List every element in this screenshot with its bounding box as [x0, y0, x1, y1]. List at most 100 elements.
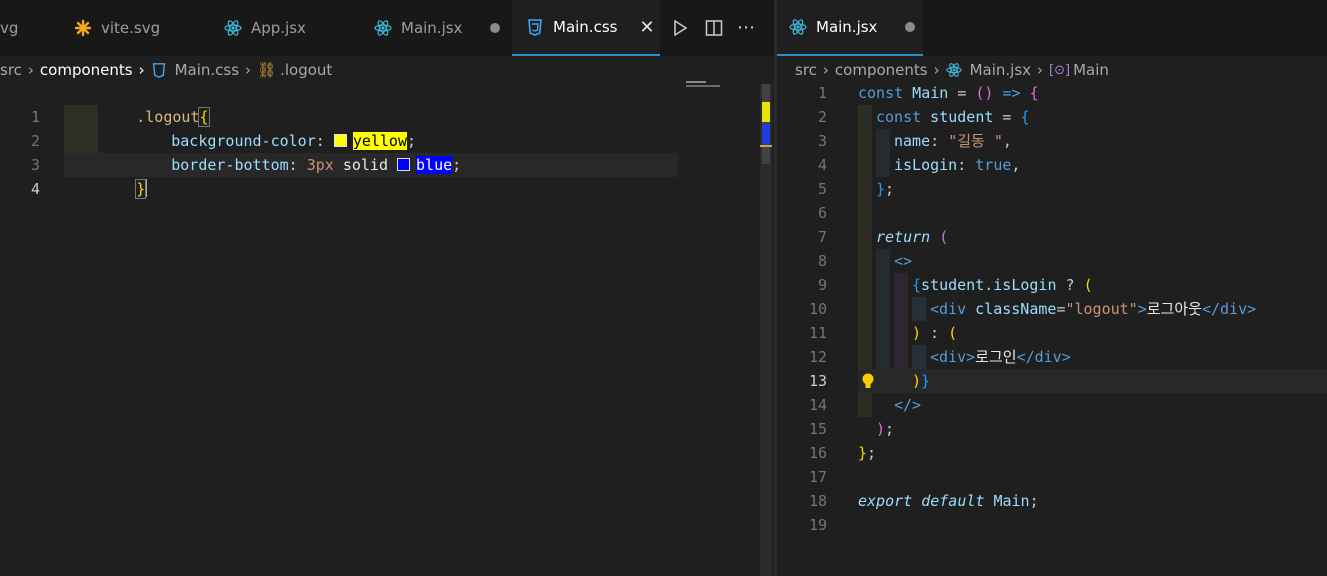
- code-token: ): [876, 420, 886, 438]
- code-token: :: [957, 156, 976, 174]
- code-line-13: 13)}: [777, 369, 1327, 393]
- line-number: 16: [808, 444, 827, 462]
- overview-cursor-marker: [760, 145, 772, 147]
- breadcrumb-components[interactable]: components: [835, 61, 928, 79]
- line-number: 8: [817, 252, 827, 270]
- vertical-scrollbar[interactable]: [760, 84, 772, 576]
- code-token: <: [930, 300, 940, 318]
- line-number: 2: [817, 108, 827, 126]
- tab-main-jsx[interactable]: Main.jsx: [374, 0, 508, 56]
- symbol-variable-icon: [⊙]: [1049, 62, 1071, 78]
- line-number: 6: [817, 204, 827, 222]
- code-token: (: [1083, 276, 1093, 294]
- split-editor-icon[interactable]: [705, 19, 723, 41]
- line-number: 15: [808, 420, 827, 438]
- code-line-16: 16};: [777, 441, 1327, 465]
- line-number: 13: [808, 372, 827, 390]
- code-line-17: 17: [777, 465, 1327, 489]
- code-line-9: 9 {student.isLogin ? (: [777, 273, 1327, 297]
- line-number: 12: [808, 348, 827, 366]
- right-tab-bar: Main.jsx: [777, 0, 1327, 56]
- unsaved-dot-icon[interactable]: [905, 22, 916, 32]
- breadcrumb-src[interactable]: src: [795, 61, 817, 79]
- code-token: 로그아웃: [1146, 300, 1202, 318]
- code-token: student: [921, 276, 985, 294]
- code-token: >: [1247, 300, 1257, 318]
- code-token: true: [975, 156, 1012, 174]
- breadcrumb-symbol[interactable]: Main: [1073, 61, 1109, 79]
- react-icon: [945, 62, 962, 78]
- react-icon: [374, 19, 392, 37]
- code-line-12: 12 <div>로그인</div>: [777, 345, 1327, 369]
- css-icon: [151, 62, 167, 78]
- code-token: =: [948, 84, 976, 102]
- tab-partial-svg[interactable]: vg: [0, 0, 60, 56]
- left-editor-pane: vg vite.svg App.jsx Main.jsx Main.css ✕ …: [0, 0, 774, 576]
- code-token: ): [912, 372, 922, 390]
- code-line-6: 6: [777, 201, 1327, 225]
- code-token: return: [876, 228, 931, 246]
- line-number: 4: [817, 156, 827, 174]
- tab-label: vg: [0, 19, 19, 37]
- chevron-right-icon: ›: [933, 61, 940, 79]
- code-token: ?: [1056, 276, 1084, 294]
- tab-main-css[interactable]: Main.css ✕: [512, 0, 660, 56]
- breadcrumb: src › components › Main.css › ⛓ .logout: [0, 56, 774, 84]
- code-line-3: 3 name: "길동 ",: [777, 129, 1327, 153]
- code-line-2: 2 background-color: yellow;: [0, 105, 774, 150]
- code-token: ;: [1029, 492, 1039, 510]
- chevron-right-icon: ›: [138, 61, 145, 79]
- unsaved-dot-icon[interactable]: [490, 23, 501, 33]
- code-token: <>: [894, 252, 913, 270]
- code-token: const: [876, 108, 922, 126]
- line-number: 14: [808, 396, 827, 414]
- tab-vite-svg[interactable]: vite.svg: [74, 0, 214, 56]
- close-icon[interactable]: ✕: [639, 17, 654, 38]
- breadcrumb-src[interactable]: src: [0, 61, 22, 79]
- code-token: ;: [885, 180, 895, 198]
- code-token: ,: [1002, 132, 1012, 150]
- code-token: <: [930, 348, 940, 366]
- vite-asterisk-icon: [74, 19, 92, 37]
- code-line-3: 3 border-bottom: 3px solid blue;: [0, 129, 774, 174]
- code-token: }: [876, 180, 886, 198]
- tab-main-jsx-right[interactable]: Main.jsx: [777, 0, 923, 56]
- line-number: 4: [30, 180, 40, 198]
- line-number: 11: [808, 324, 827, 342]
- code-line-7: 7 return (: [777, 225, 1327, 249]
- line-number: 9: [817, 276, 827, 294]
- code-token: const: [858, 84, 904, 102]
- breadcrumb-symbol[interactable]: .logout: [280, 61, 332, 79]
- left-tab-bar: vg vite.svg App.jsx Main.jsx Main.css ✕ …: [0, 0, 774, 56]
- code-line-10: 10 <div className="logout">로그아웃</div>: [777, 297, 1327, 321]
- code-token: div: [1220, 300, 1248, 318]
- code-token: </: [1016, 348, 1035, 366]
- line-number: 5: [817, 180, 827, 198]
- code-token: (): [975, 84, 994, 102]
- breadcrumb-file[interactable]: Main.css: [175, 61, 239, 79]
- code-line-1: 1 const Main = () => {: [777, 81, 1327, 105]
- more-actions-icon[interactable]: ⋯: [737, 17, 755, 38]
- code-token: ): [912, 324, 922, 342]
- code-token: {: [912, 276, 922, 294]
- code-line-15: 15);: [777, 417, 1327, 441]
- minimap[interactable]: [686, 81, 722, 89]
- right-editor-pane: Main.jsx src › components › Main.jsx › […: [777, 0, 1327, 576]
- code-token: </>: [894, 396, 922, 414]
- code-token: </: [1201, 300, 1221, 318]
- line-number: 1: [817, 84, 827, 102]
- code-token: div: [939, 300, 967, 318]
- code-line-18: 18 export default Main;: [777, 489, 1327, 513]
- run-icon[interactable]: [672, 19, 688, 41]
- code-line-11: 11) : (: [777, 321, 1327, 345]
- line-number: 18: [808, 492, 827, 510]
- breadcrumb-components[interactable]: components: [40, 61, 133, 79]
- code-token: 로그인: [975, 348, 1017, 366]
- code-token: isLogin: [993, 276, 1057, 294]
- overview-marker-blue: [762, 124, 770, 144]
- breadcrumb-file[interactable]: Main.jsx: [970, 61, 1031, 79]
- tab-app-jsx[interactable]: App.jsx: [224, 0, 364, 56]
- close-brace: }: [135, 179, 147, 199]
